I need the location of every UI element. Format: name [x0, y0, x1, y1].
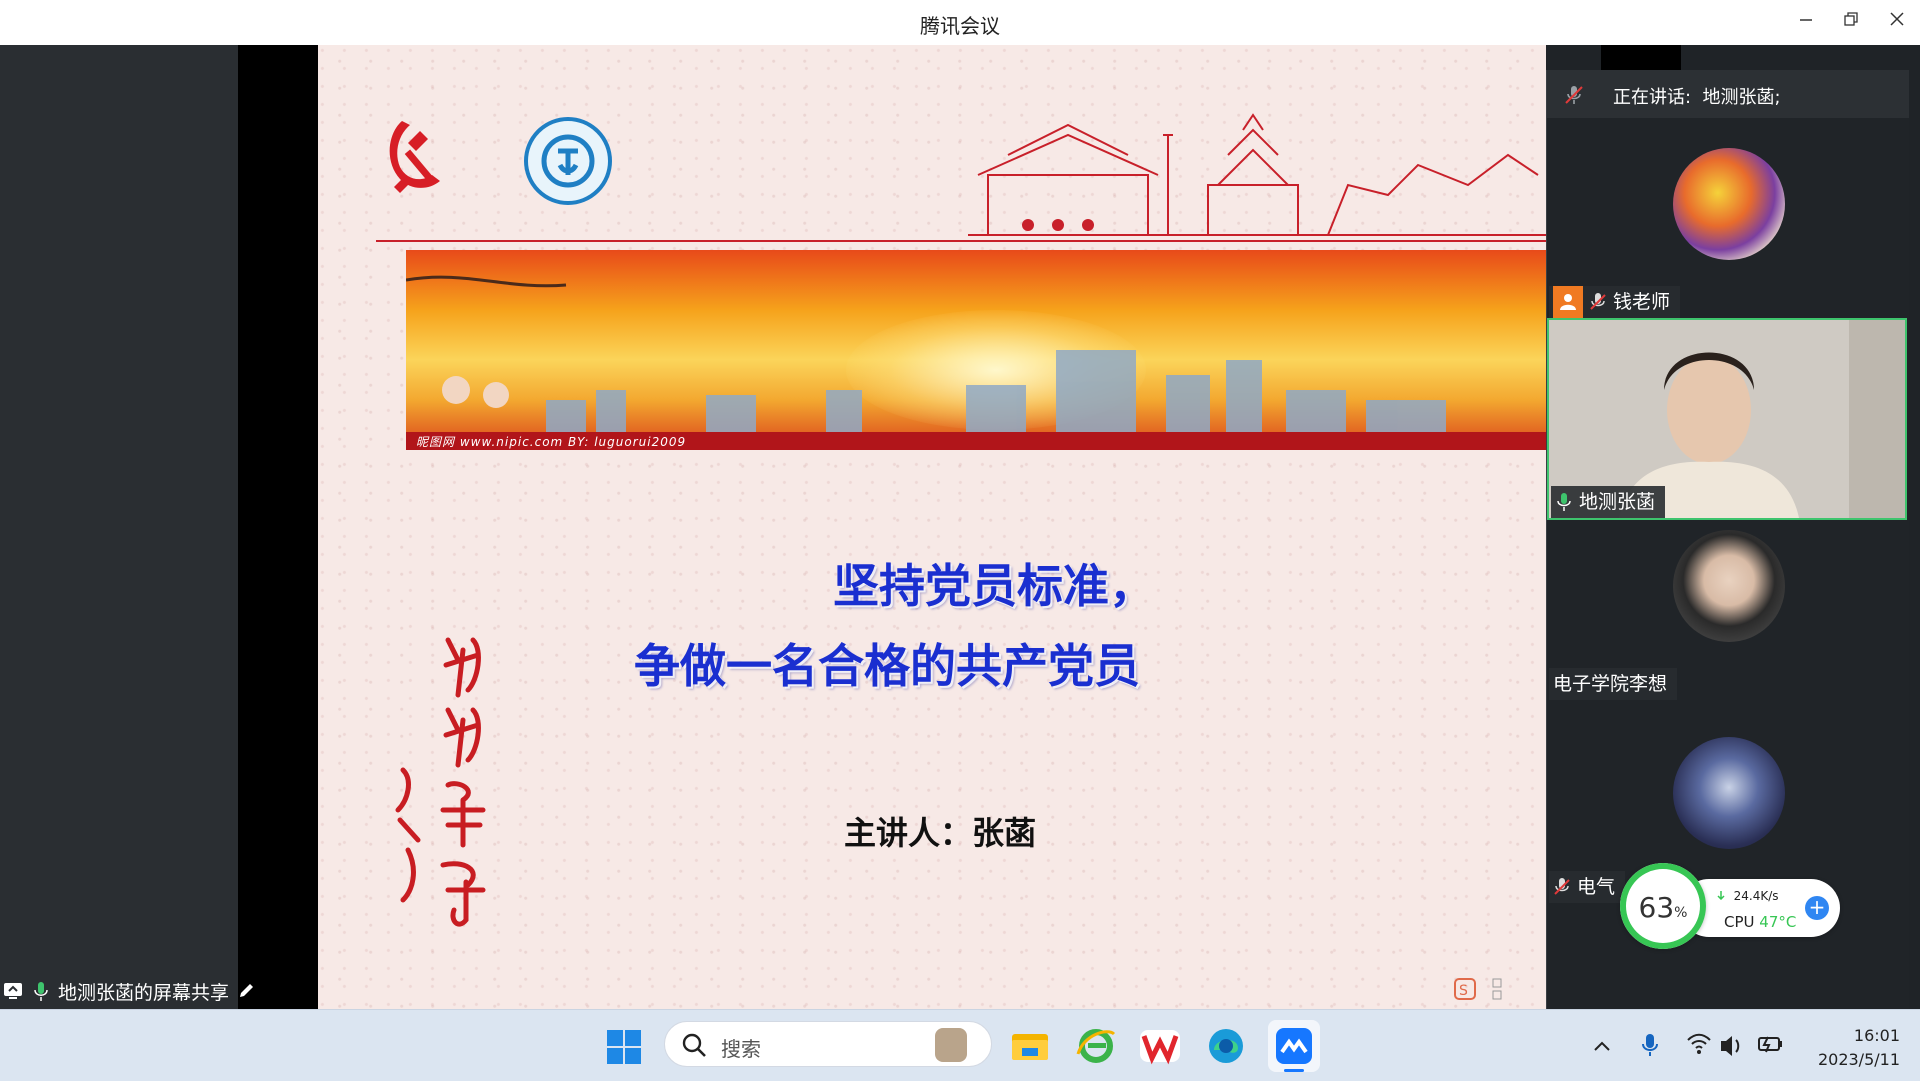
speaking-label: 正在讲话:: [1613, 87, 1692, 108]
party-emblem-icon: [389, 121, 440, 193]
mic-muted-icon: [1590, 293, 1606, 310]
mic-active-icon: [34, 982, 48, 1001]
left-pane: [0, 45, 238, 1009]
calligraphy-inscription: [395, 637, 486, 927]
chevron-up-icon[interactable]: [1590, 1010, 1614, 1081]
ie-browser-icon[interactable]: [1074, 1024, 1118, 1068]
clock-date: 2023/5/11: [1817, 1050, 1900, 1069]
landmarks-illustration: [968, 113, 1546, 236]
speaking-indicator: 正在讲话: 地测张菡;: [1547, 70, 1909, 118]
avatar: [1673, 737, 1785, 849]
download-arrow-icon: [1717, 891, 1725, 901]
volume-icon[interactable]: [1718, 1010, 1744, 1081]
usage-percent: 63%: [1638, 891, 1688, 924]
close-icon: [1890, 12, 1904, 26]
minimize-button[interactable]: [1791, 8, 1821, 36]
shared-slide: 昵图网 www.nipic.com BY: luguorui2009 坚持党员标…: [318, 45, 1546, 1009]
presentation-tool-icon[interactable]: S: [1453, 975, 1523, 1008]
mic-muted-icon: [1565, 86, 1583, 104]
close-button[interactable]: [1882, 8, 1912, 36]
clock-time: 16:01: [1853, 1026, 1900, 1045]
taskbar-search[interactable]: 搜索: [664, 1021, 992, 1067]
screen-share-bar: 地测张菡的屏幕共享: [0, 976, 255, 1006]
network-speed: 24.4K/s: [1716, 889, 1779, 903]
restore-button[interactable]: [1836, 8, 1866, 36]
edge-browser-icon[interactable]: [1204, 1024, 1248, 1068]
wifi-icon[interactable]: [1685, 1010, 1713, 1081]
participant-video-active[interactable]: 地测张菡: [1547, 318, 1907, 520]
restore-icon: [1844, 12, 1858, 26]
participant-nametag: 地测张菡: [1551, 486, 1666, 518]
title-bar: 腾讯会议: [0, 0, 1920, 45]
taskbar: 搜索 16:01 2023/5/11: [0, 1009, 1920, 1081]
search-icon: [682, 1033, 706, 1057]
divider-line: [376, 240, 1546, 242]
microphone-icon[interactable]: [1638, 1010, 1662, 1081]
banner-watermark: 昵图网 www.nipic.com BY: luguorui2009: [416, 435, 687, 449]
screen-share-icon: [4, 983, 22, 999]
annotate-pencil-icon[interactable]: [237, 982, 255, 1000]
participant-name: 电子学院李想: [1553, 673, 1668, 695]
expand-button[interactable]: +: [1805, 896, 1829, 920]
slide-headline-1: 坚持党员标准，: [833, 559, 1155, 613]
participant-name: 电气: [1577, 876, 1616, 898]
university-logo: [524, 117, 612, 205]
minimize-icon: [1800, 19, 1812, 21]
participant-nametag: 钱老师: [1549, 286, 1681, 318]
wps-office-icon[interactable]: [1138, 1024, 1182, 1068]
svg-text:S: S: [1459, 983, 1468, 999]
participant-tile[interactable]: 电子学院李想: [1547, 522, 1909, 722]
window-title: 腾讯会议: [920, 14, 1000, 38]
cpu-temp: CPU 47°C: [1724, 913, 1797, 931]
windows-start-icon[interactable]: [607, 1030, 641, 1064]
speaking-name: 地测张菡;: [1702, 87, 1781, 108]
slide-speaker: 主讲人：张菡: [843, 814, 1036, 852]
search-placeholder: 搜索: [721, 1037, 761, 1061]
participant-nametag: 电气: [1549, 871, 1626, 903]
tencent-meeting-app[interactable]: [1268, 1020, 1320, 1072]
tencent-meeting-icon: [1276, 1028, 1312, 1064]
taskbar-clock[interactable]: 16:01 2023/5/11: [1800, 1024, 1900, 1072]
file-explorer-icon[interactable]: [1008, 1024, 1052, 1068]
participant-name: 地测张菡: [1579, 491, 1656, 513]
mic-active-icon: [1557, 493, 1571, 511]
letterbox-bar: [238, 45, 318, 1009]
screen-share-label: 地测张菡的屏幕共享: [58, 981, 230, 1004]
host-icon: [1553, 286, 1583, 318]
city-banner: 昵图网 www.nipic.com BY: luguorui2009: [406, 250, 1546, 450]
search-highlight-image: [935, 1028, 967, 1062]
mic-muted-icon: [1554, 878, 1570, 895]
avatar: [1673, 530, 1785, 642]
battery-icon[interactable]: [1756, 1010, 1784, 1081]
system-monitor-widget[interactable]: 63% 24.4K/s CPU 47°C +: [1620, 855, 1842, 951]
avatar: [1673, 148, 1785, 260]
participant-name: 钱老师: [1613, 291, 1671, 313]
participant-tile[interactable]: 钱老师: [1547, 118, 1909, 318]
participant-nametag: 电子学院李想: [1549, 668, 1678, 700]
